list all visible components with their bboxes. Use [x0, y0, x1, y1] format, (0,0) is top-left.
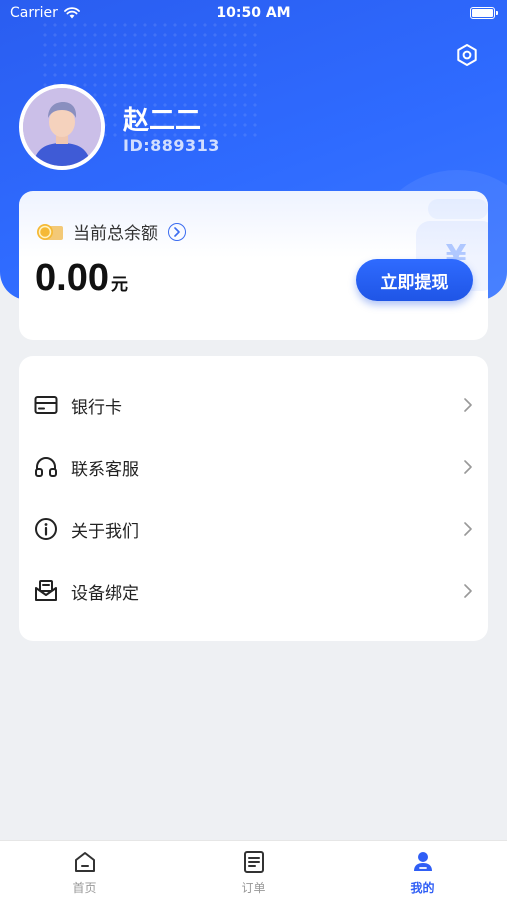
- status-bar: Carrier 10:50 AM: [0, 0, 507, 28]
- card-decoration-bar: [428, 199, 488, 219]
- menu-item-label: 联系客服: [71, 459, 139, 480]
- chevron-right-icon: [462, 583, 474, 599]
- user-avatar-icon: [23, 88, 101, 166]
- tab-orders[interactable]: 订单: [169, 841, 338, 900]
- profile-name: 赵二二: [123, 106, 202, 136]
- chevron-right-icon: [174, 226, 180, 237]
- balance-label: 当前总余额: [73, 224, 158, 244]
- tab-bar: 首页 订单 我的: [0, 840, 507, 900]
- menu-item-about-us[interactable]: 关于我们: [19, 501, 488, 557]
- tab-profile[interactable]: 我的: [338, 841, 507, 900]
- balance-detail-button[interactable]: [168, 222, 186, 241]
- profile-id: ID:889313: [123, 136, 220, 155]
- headset-icon: [33, 454, 59, 480]
- menu-item-customer-service[interactable]: 联系客服: [19, 439, 488, 495]
- menu-card: 银行卡 联系客服 关于我们 设备绑定: [19, 356, 488, 641]
- chevron-right-icon: [462, 521, 474, 537]
- settings-button[interactable]: [454, 42, 480, 68]
- avatar[interactable]: [19, 84, 105, 170]
- balance-unit: 元: [110, 275, 128, 295]
- balance-label-row: 当前总余额: [35, 219, 186, 244]
- info-icon: [33, 516, 59, 542]
- bank-card-icon: [33, 392, 59, 418]
- tab-label: 订单: [241, 881, 266, 895]
- menu-item-label: 关于我们: [71, 521, 139, 542]
- home-icon: [74, 852, 95, 872]
- menu-item-label: 银行卡: [71, 397, 122, 418]
- withdraw-button[interactable]: 立即提现: [356, 259, 473, 301]
- tab-label: 我的: [410, 881, 435, 895]
- chevron-right-icon: [462, 459, 474, 475]
- menu-item-bank-card[interactable]: 银行卡: [19, 377, 488, 433]
- battery-icon: [470, 7, 498, 19]
- balance-value: 0.00: [35, 257, 109, 299]
- menu-item-label: 设备绑定: [71, 583, 139, 604]
- tab-label: 首页: [72, 881, 97, 895]
- chevron-right-icon: [462, 397, 474, 413]
- device-envelope-icon: [33, 578, 59, 604]
- coin-icon: [37, 223, 63, 240]
- profile-icon: [413, 852, 432, 871]
- order-list-icon: [243, 851, 264, 873]
- menu-item-device-binding[interactable]: 设备绑定: [19, 563, 488, 619]
- settings-hexagon-icon: [457, 44, 477, 66]
- tab-home[interactable]: 首页: [0, 841, 169, 900]
- status-time: 10:50 AM: [216, 5, 291, 21]
- balance-amount: 0.00 元: [35, 257, 128, 300]
